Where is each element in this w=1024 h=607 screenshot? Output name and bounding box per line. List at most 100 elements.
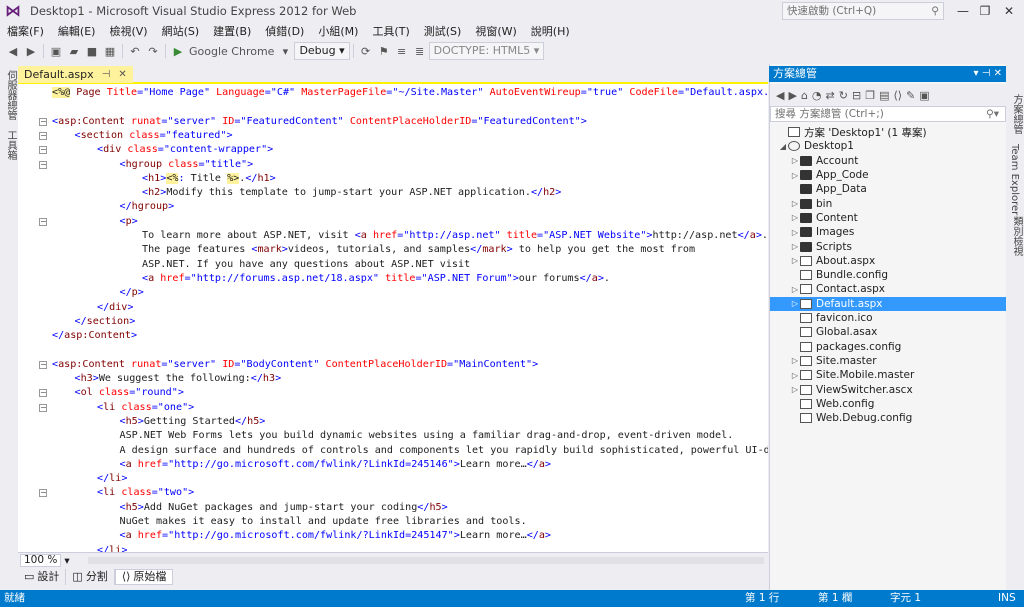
expander-icon[interactable]: ▷ [790,285,800,294]
tree-item[interactable]: ▷ Content [770,211,1006,225]
collapse-all-icon[interactable]: ⊟ [852,89,861,102]
expander-icon[interactable]: ▷ [790,213,800,222]
new-project-icon[interactable]: ▣ [49,42,63,60]
view-tab-design[interactable]: ▭ 設計 [18,569,67,585]
zoom-level[interactable]: 100 % [20,554,62,567]
code-editor[interactable]: <%@ Page Title="Home Page" Language="C#"… [18,84,768,552]
preview-icon[interactable]: ▣ [919,89,929,102]
expander-icon[interactable]: ▷ [790,356,800,365]
tree-item[interactable]: ▷ ViewSwitcher.ascx [770,382,1006,396]
menu-item[interactable]: 小組(M) [311,23,365,39]
menu-item[interactable]: 編輯(E) [51,23,103,39]
server-explorer-tab[interactable]: 伺服器總管 [3,70,18,120]
quick-launch-input[interactable]: 快速啟動 (Ctrl+Q) ⚲ [782,2,944,20]
team-explorer-side-tab[interactable]: Team Explorer [1009,144,1020,215]
menu-item[interactable]: 建置(B) [206,23,258,39]
tree-item[interactable]: Web.Debug.config [770,411,1006,425]
tree-item[interactable]: ▷ Site.master [770,354,1006,368]
open-file-icon[interactable]: ▰ [67,42,81,60]
expander-icon[interactable]: ▷ [790,199,800,208]
tree-item[interactable]: favicon.ico [770,311,1006,325]
chevron-down-icon[interactable]: ▾ [278,42,292,60]
fold-toggle-icon[interactable]: − [39,117,47,126]
tree-item[interactable]: 方案 'Desktop1' (1 專案) [770,125,1006,139]
browser-select[interactable]: Google Chrome [189,42,274,60]
expander-icon[interactable]: ▷ [790,156,800,165]
tree-item[interactable]: ◢ Desktop1 [770,139,1006,153]
menu-item[interactable]: 工具(T) [365,23,416,39]
tree-item[interactable]: ▷ Account [770,154,1006,168]
horizontal-scrollbar[interactable] [88,557,764,564]
fold-toggle-icon[interactable]: − [39,146,47,155]
pending-changes-icon[interactable]: ◔ [812,89,822,102]
expander-icon[interactable]: ▷ [790,385,800,394]
expander-icon[interactable]: ◢ [778,142,788,151]
home-icon[interactable]: ⌂ [801,89,808,102]
expander-icon[interactable]: ▷ [790,228,800,237]
menu-item[interactable]: 視窗(W) [468,23,523,39]
tree-item[interactable]: ▷ App_Code [770,168,1006,182]
bookmark-icon[interactable]: ⚑ [377,42,391,60]
expander-icon[interactable]: ▷ [790,371,800,380]
view-code-icon[interactable]: ⟨⟩ [893,89,902,102]
menu-item[interactable]: 說明(H) [524,23,577,39]
panel-controls-icon[interactable]: ▾ ⊣ ✕ [974,66,1002,82]
expander-icon[interactable]: ▷ [790,256,800,265]
document-tab-default-aspx[interactable]: Default.aspx ⊣ ✕ [18,66,133,83]
save-all-icon[interactable]: ▦ [103,42,117,60]
pin-icon[interactable]: ⊣ [102,69,111,80]
configuration-select[interactable]: Debug ▾ [294,42,350,60]
tree-item[interactable]: ▷ Images [770,225,1006,239]
tree-item[interactable]: ▷ bin [770,197,1006,211]
view-tab-split[interactable]: ◫ 分割 [66,569,115,585]
refresh-icon[interactable]: ↻ [839,89,848,102]
fold-toggle-icon[interactable]: − [39,131,47,140]
browser-link-icon[interactable]: ⟳ [359,42,373,60]
copy-icon[interactable]: ❐ [865,89,875,102]
menu-item[interactable]: 檢視(V) [102,23,154,39]
solution-explorer-side-tab[interactable]: 方案總管 [1009,94,1024,134]
solution-search-input[interactable]: 搜尋 方案總管 (Ctrl+;) ⚲▾ [770,106,1006,122]
tree-item[interactable]: ▷ Scripts [770,239,1006,253]
fold-toggle-icon[interactable]: − [39,403,47,412]
comment-icon[interactable]: ≡ [395,42,409,60]
tree-item[interactable]: ▷ Site.Mobile.master [770,368,1006,382]
tree-item[interactable]: Global.asax [770,325,1006,339]
save-icon[interactable]: ■ [85,42,99,60]
expander-icon[interactable]: ▷ [790,171,800,180]
expander-icon[interactable]: ▷ [790,242,800,251]
forward-icon[interactable]: ▶ [24,42,38,60]
restore-button[interactable]: ❐ [974,2,996,20]
fold-toggle-icon[interactable]: − [39,389,47,398]
properties-icon[interactable]: ✎ [906,89,915,102]
tree-item[interactable]: Web.config [770,397,1006,411]
tree-item[interactable]: packages.config [770,340,1006,354]
menu-item[interactable]: 網站(S) [155,23,207,39]
minimize-button[interactable]: — [952,2,974,20]
redo-icon[interactable]: ↷ [146,42,160,60]
fold-toggle-icon[interactable]: − [39,217,47,226]
zoom-dropdown-icon[interactable]: ▾ [64,555,69,567]
fold-toggle-icon[interactable]: − [39,360,47,369]
sync-icon[interactable]: ⇄ [826,89,835,102]
back-icon[interactable]: ◀ [776,89,784,102]
forward-icon[interactable]: ▶ [788,89,796,102]
tree-item[interactable]: Bundle.config [770,268,1006,282]
doctype-select[interactable]: DOCTYPE: HTML5 ▾ [428,42,545,60]
undo-icon[interactable]: ↶ [128,42,142,60]
tree-item[interactable]: ▷ Contact.aspx [770,282,1006,296]
back-icon[interactable]: ◀ [6,42,20,60]
show-all-files-icon[interactable]: ▤ [879,89,889,102]
tree-item[interactable]: App_Data [770,182,1006,196]
close-tab-icon[interactable]: ✕ [118,69,126,80]
view-tab-source[interactable]: ⟨⟩ 原始檔 [114,569,174,585]
run-icon[interactable]: ▶ [171,42,185,60]
toolbox-tab[interactable]: 工具箱 [3,130,18,160]
menu-item[interactable]: 偵錯(D) [258,23,311,39]
uncomment-icon[interactable]: ≣ [413,42,427,60]
close-button[interactable]: ✕ [998,2,1020,20]
tree-item[interactable]: ▷ About.aspx [770,254,1006,268]
menu-item[interactable]: 檔案(F) [0,23,51,39]
expander-icon[interactable]: ▷ [790,299,800,308]
fold-toggle-icon[interactable]: − [39,489,47,498]
